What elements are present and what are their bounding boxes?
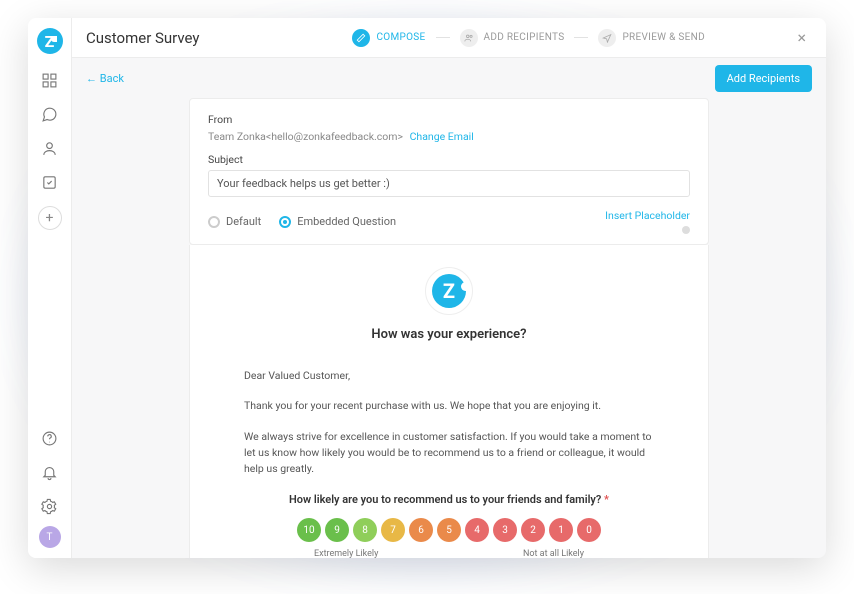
nps-question: How likely are you to recommend us to yo… — [244, 491, 654, 508]
brand-logo: Z — [37, 28, 63, 54]
email-p2: We always strive for excellence in custo… — [244, 429, 654, 478]
radio-embedded[interactable]: Embedded Question — [279, 215, 396, 228]
radio-embedded-label: Embedded Question — [297, 215, 396, 228]
email-logo: Z — [425, 267, 473, 315]
step-recipients-label: ADD RECIPIENTS — [484, 32, 565, 43]
nps-2[interactable]: 2 — [521, 518, 545, 542]
nps-scale: 10 9 8 7 6 5 4 3 2 1 0 — [244, 518, 654, 558]
compose-card: From Team Zonka<hello@zonkafeedback.com>… — [189, 98, 709, 245]
nps-9[interactable]: 9 — [325, 518, 349, 542]
email-heading: How was your experience? — [371, 327, 526, 342]
nps-1[interactable]: 1 — [549, 518, 573, 542]
email-greeting: Dear Valued Customer, — [244, 368, 654, 384]
radio-default[interactable]: Default — [208, 215, 261, 228]
nps-label-right: Not at all Likely — [523, 548, 584, 558]
main-area: Customer Survey COMPOSE ADD RECIPIENTS — [72, 18, 826, 558]
email-p1: Thank you for your recent purchase with … — [244, 398, 654, 414]
step-compose-label: COMPOSE — [376, 32, 425, 43]
step-compose[interactable]: COMPOSE — [352, 29, 425, 47]
nps-10[interactable]: 10 — [297, 518, 321, 542]
from-value-line: Team Zonka<hello@zonkafeedback.com> Chan… — [208, 130, 690, 143]
insert-placeholder-link[interactable]: Insert Placeholder — [605, 209, 690, 222]
step-recipients[interactable]: ADD RECIPIENTS — [460, 29, 565, 47]
from-value: Team Zonka<hello@zonkafeedback.com> — [208, 130, 403, 143]
step-preview-label: PREVIEW & SEND — [622, 32, 705, 43]
sidebar: Z + T — [28, 18, 72, 558]
settings-icon[interactable] — [36, 492, 64, 520]
dashboard-icon[interactable] — [36, 66, 64, 94]
step-indicator: COMPOSE ADD RECIPIENTS PREVIEW & SEND — [276, 29, 781, 47]
email-preview: Z How was your experience? Dear Valued C… — [189, 245, 709, 558]
change-email-link[interactable]: Change Email — [410, 130, 474, 143]
tasks-icon[interactable] — [36, 168, 64, 196]
step-preview[interactable]: PREVIEW & SEND — [598, 29, 705, 47]
subject-input[interactable] — [208, 170, 690, 197]
add-recipients-button[interactable]: Add Recipients — [715, 65, 812, 92]
nps-3[interactable]: 3 — [493, 518, 517, 542]
nps-8[interactable]: 8 — [353, 518, 377, 542]
sub-toolbar: ← Back Add Recipients — [72, 58, 826, 98]
user-avatar[interactable]: T — [39, 526, 61, 548]
from-label: From — [208, 113, 690, 126]
nps-0[interactable]: 0 — [577, 518, 601, 542]
page-title: Customer Survey — [86, 29, 266, 47]
email-body: Dear Valued Customer, Thank you for your… — [234, 352, 664, 558]
nps-5[interactable]: 5 — [437, 518, 461, 542]
responses-icon[interactable] — [36, 100, 64, 128]
nps-7[interactable]: 7 — [381, 518, 405, 542]
add-button[interactable]: + — [38, 206, 62, 230]
nps-6[interactable]: 6 — [409, 518, 433, 542]
radio-default-label: Default — [226, 215, 261, 228]
app-window: Z + T Customer Survey COMPOSE — [28, 18, 826, 558]
nps-label-left: Extremely Likely — [314, 548, 378, 558]
placeholder-dot-icon — [682, 226, 690, 234]
help-icon[interactable] — [36, 424, 64, 452]
contacts-icon[interactable] — [36, 134, 64, 162]
back-link[interactable]: ← Back — [86, 72, 124, 85]
topbar: Customer Survey COMPOSE ADD RECIPIENTS — [72, 18, 826, 58]
close-icon[interactable]: × — [791, 24, 812, 51]
notifications-icon[interactable] — [36, 458, 64, 486]
subject-label: Subject — [208, 153, 690, 166]
nps-4[interactable]: 4 — [465, 518, 489, 542]
content-scroll[interactable]: From Team Zonka<hello@zonkafeedback.com>… — [72, 98, 826, 558]
